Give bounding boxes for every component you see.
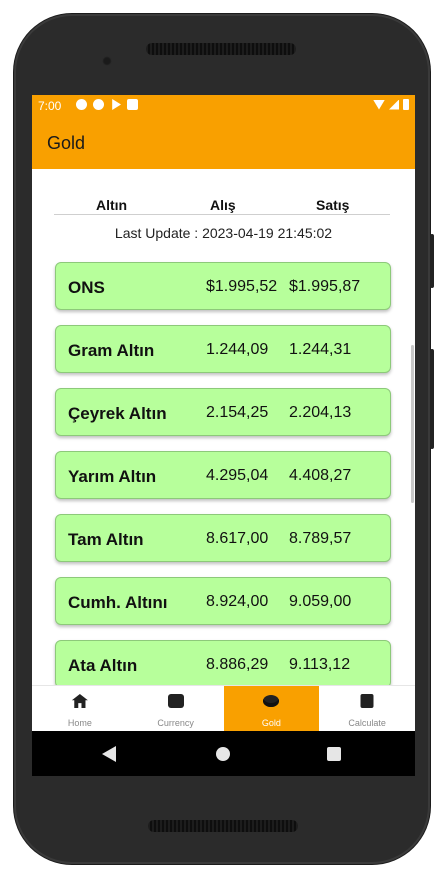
nav-calculate[interactable]: Calculate	[319, 686, 415, 731]
wifi-icon	[373, 99, 385, 110]
back-icon[interactable]	[102, 746, 116, 762]
row-name: Cumh. Altını	[68, 593, 168, 612]
row-name: Çeyrek Altın	[68, 404, 167, 423]
row-buy: 2.154,25	[206, 404, 269, 421]
row-buy: 1.244,09	[206, 341, 269, 358]
top-speaker	[146, 43, 296, 55]
gold-row-yarim[interactable]: Yarım Altın 4.295,04 4.408,27	[55, 451, 391, 499]
signal-icon	[389, 99, 399, 110]
nav-home[interactable]: Home	[32, 686, 128, 731]
row-name: Ata Altın	[68, 656, 138, 675]
bottom-navigation: Home Currency Gold Calculate	[32, 685, 415, 731]
header-alis: Alış	[210, 197, 236, 213]
gold-list-content[interactable]: Altın Alış Satış Last Update : 2023-04-1…	[32, 169, 415, 685]
page-title: Gold	[47, 133, 86, 153]
row-name: Yarım Altın	[68, 467, 157, 486]
table-header: Altın Alış Satış	[54, 195, 390, 215]
row-buy: 8.886,29	[206, 656, 269, 673]
gold-row-ata[interactable]: Ata Altın 8.886,29 9.113,12	[55, 640, 391, 685]
home-circle-icon[interactable]	[216, 747, 230, 761]
nav-currency[interactable]: Currency	[128, 686, 224, 731]
row-sell: 1.244,31	[289, 341, 352, 358]
gold-row-cumhuriyet[interactable]: Cumh. Altını 8.924,00 9.059,00	[55, 577, 391, 625]
row-name: ONS	[68, 278, 105, 297]
row-sell: 8.789,57	[289, 530, 352, 547]
header-satis: Satış	[316, 197, 350, 213]
battery-icon	[403, 99, 409, 110]
settings-icon	[76, 99, 87, 110]
gold-row-gram[interactable]: Gram Altın 1.244,09 1.244,31	[55, 325, 391, 373]
system-navigation-bar	[32, 731, 415, 776]
recents-icon[interactable]	[327, 747, 341, 761]
nav-gold[interactable]: Gold	[223, 686, 320, 731]
row-buy: 8.924,00	[206, 593, 269, 610]
row-sell: 9.059,00	[289, 593, 352, 610]
row-name: Gram Altın	[68, 341, 155, 360]
row-buy: $1.995,52	[206, 278, 278, 295]
header-altin: Altın	[96, 197, 128, 213]
status-time: 7:00	[38, 99, 62, 113]
nav-label: Gold	[261, 718, 281, 728]
power-button	[430, 349, 434, 449]
nav-label: Home	[67, 718, 92, 728]
volume-button	[430, 234, 434, 288]
gold-row-ons[interactable]: ONS $1.995,52 $1.995,87	[55, 262, 391, 310]
app-a-icon	[93, 99, 104, 110]
row-sell: 4.408,27	[289, 467, 352, 484]
row-sell: $1.995,87	[289, 278, 361, 295]
status-bar: 7:00	[32, 95, 415, 117]
nav-label: Calculate	[348, 718, 386, 728]
calculator-icon	[360, 694, 374, 708]
front-camera	[102, 56, 112, 66]
last-update: Last Update : 2023-04-19 21:45:02	[114, 225, 333, 241]
nav-label: Currency	[157, 718, 194, 728]
device-screen: 7:00 Gold Altın Alış Satış Last Update :…	[32, 95, 415, 776]
wallet-icon	[167, 694, 184, 708]
sd-card-icon	[127, 99, 138, 110]
gold-row-tam[interactable]: Tam Altın 8.617,00 8.789,57	[55, 514, 391, 562]
scrollbar[interactable]	[411, 345, 414, 503]
gold-row-ceyrek[interactable]: Çeyrek Altın 2.154,25 2.204,13	[55, 388, 391, 436]
row-buy: 4.295,04	[206, 467, 269, 484]
app-bar: Gold	[32, 117, 415, 169]
play-icon	[112, 99, 121, 110]
home-icon	[71, 694, 88, 708]
row-sell: 9.113,12	[289, 656, 351, 673]
row-name: Tam Altın	[68, 530, 144, 549]
gold-coin-icon	[263, 695, 280, 707]
bottom-speaker	[148, 820, 298, 832]
row-sell: 2.204,13	[289, 404, 352, 421]
row-buy: 8.617,00	[206, 530, 269, 547]
